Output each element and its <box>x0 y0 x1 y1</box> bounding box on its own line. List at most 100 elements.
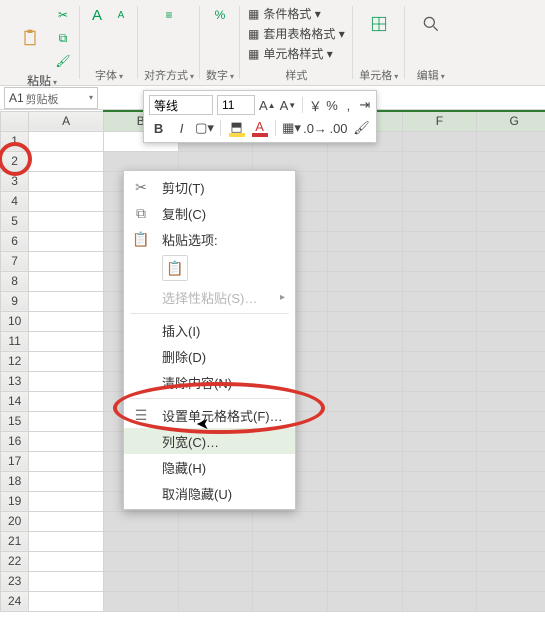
row-header[interactable]: 19 <box>1 491 29 511</box>
row-header[interactable]: 24 <box>1 591 29 611</box>
cell[interactable] <box>402 351 477 371</box>
cell[interactable] <box>327 411 402 431</box>
cell[interactable] <box>29 371 104 391</box>
row-header[interactable]: 9 <box>1 291 29 311</box>
cell[interactable] <box>477 551 545 571</box>
cell[interactable] <box>178 531 253 551</box>
cell[interactable] <box>29 431 104 451</box>
italic-button[interactable]: I <box>172 118 191 138</box>
font-increase-icon[interactable]: A <box>86 4 108 26</box>
cell[interactable] <box>327 391 402 411</box>
cell[interactable] <box>29 151 104 171</box>
cell[interactable] <box>477 231 545 251</box>
cell[interactable] <box>29 191 104 211</box>
cell[interactable] <box>103 151 178 171</box>
cell[interactable] <box>402 511 477 531</box>
row-header[interactable]: 11 <box>1 331 29 351</box>
cell[interactable] <box>253 151 328 171</box>
cell[interactable] <box>29 351 104 371</box>
cell[interactable] <box>327 351 402 371</box>
cell[interactable] <box>477 471 545 491</box>
font-grow-icon[interactable]: A▲ <box>259 95 276 115</box>
group-label-align[interactable]: 对齐方式 <box>144 67 194 83</box>
font-decrease-icon[interactable]: A <box>110 4 132 26</box>
cell[interactable] <box>253 571 328 591</box>
format-painter-icon[interactable]: 🖌 <box>52 50 74 72</box>
cell[interactable] <box>29 411 104 431</box>
cell[interactable] <box>402 291 477 311</box>
menu-insert[interactable]: 插入(I) <box>124 317 295 343</box>
row-header[interactable]: 20 <box>1 511 29 531</box>
cut-icon[interactable]: ✂ <box>52 4 74 26</box>
cell[interactable] <box>327 471 402 491</box>
row-header[interactable]: 13 <box>1 371 29 391</box>
cell[interactable] <box>327 531 402 551</box>
cell[interactable] <box>477 371 545 391</box>
cell[interactable] <box>29 331 104 351</box>
cell[interactable] <box>29 591 104 611</box>
row-header[interactable]: 22 <box>1 551 29 571</box>
group-label-number[interactable]: 数字 <box>206 67 234 83</box>
align-icon[interactable]: ≡ <box>158 4 180 26</box>
paste-default-icon[interactable]: 📋 <box>162 255 188 281</box>
menu-hide[interactable]: 隐藏(H) <box>124 454 295 480</box>
row-header[interactable]: 6 <box>1 231 29 251</box>
cell[interactable] <box>477 191 545 211</box>
cell[interactable] <box>477 431 545 451</box>
cell[interactable] <box>402 491 477 511</box>
cell[interactable] <box>402 171 477 191</box>
cell[interactable] <box>178 591 253 611</box>
group-label-cells[interactable]: 单元格 <box>359 67 398 83</box>
select-all-corner[interactable] <box>1 111 29 131</box>
menu-clear[interactable]: 清除内容(N) <box>124 369 295 395</box>
row[interactable]: 23 <box>1 571 545 591</box>
cell[interactable] <box>178 571 253 591</box>
row-header[interactable]: 23 <box>1 571 29 591</box>
row-header[interactable]: 16 <box>1 431 29 451</box>
cell[interactable] <box>402 311 477 331</box>
row-header[interactable]: 10 <box>1 311 29 331</box>
row-header[interactable]: 2 <box>1 151 29 171</box>
cell-style-button[interactable]: ▦单元格样式 ▾ <box>246 44 347 63</box>
currency-icon[interactable]: ￥ <box>309 95 322 115</box>
cell[interactable] <box>327 491 402 511</box>
cell[interactable] <box>253 551 328 571</box>
percent-icon[interactable]: % <box>209 4 231 26</box>
editing-button[interactable] <box>411 4 451 44</box>
cell[interactable] <box>477 351 545 371</box>
cell[interactable] <box>253 511 328 531</box>
row-header[interactable]: 3 <box>1 171 29 191</box>
font-shrink-icon[interactable]: A▼ <box>280 95 297 115</box>
cell[interactable] <box>327 591 402 611</box>
row-header[interactable]: 21 <box>1 531 29 551</box>
row-header[interactable]: 12 <box>1 351 29 371</box>
cell[interactable] <box>327 271 402 291</box>
cell[interactable] <box>327 331 402 351</box>
cell[interactable] <box>29 231 104 251</box>
cell[interactable] <box>327 451 402 471</box>
menu-copy[interactable]: ⧉ 复制(C) <box>124 200 295 226</box>
row[interactable]: 20 <box>1 511 545 531</box>
table-format-button[interactable]: ▦套用表格格式 ▾ <box>246 24 347 43</box>
cell[interactable] <box>29 471 104 491</box>
cell[interactable] <box>327 371 402 391</box>
cell[interactable] <box>402 571 477 591</box>
cell[interactable] <box>29 451 104 471</box>
cell[interactable] <box>402 431 477 451</box>
cell[interactable] <box>178 511 253 531</box>
cell[interactable] <box>327 571 402 591</box>
cell[interactable] <box>402 151 477 171</box>
row-header[interactable]: 15 <box>1 411 29 431</box>
cell[interactable] <box>477 131 545 151</box>
cell[interactable] <box>402 131 477 151</box>
cell[interactable] <box>29 291 104 311</box>
row[interactable]: 24 <box>1 591 545 611</box>
menu-cut[interactable]: ✂ 剪切(T) <box>124 174 295 200</box>
font-family-select[interactable] <box>149 95 213 115</box>
cell[interactable] <box>477 491 545 511</box>
format-painter-icon[interactable]: 🖌 <box>352 118 371 138</box>
cell[interactable] <box>477 411 545 431</box>
cell[interactable] <box>402 231 477 251</box>
row[interactable]: 22 <box>1 551 545 571</box>
cell[interactable] <box>477 211 545 231</box>
